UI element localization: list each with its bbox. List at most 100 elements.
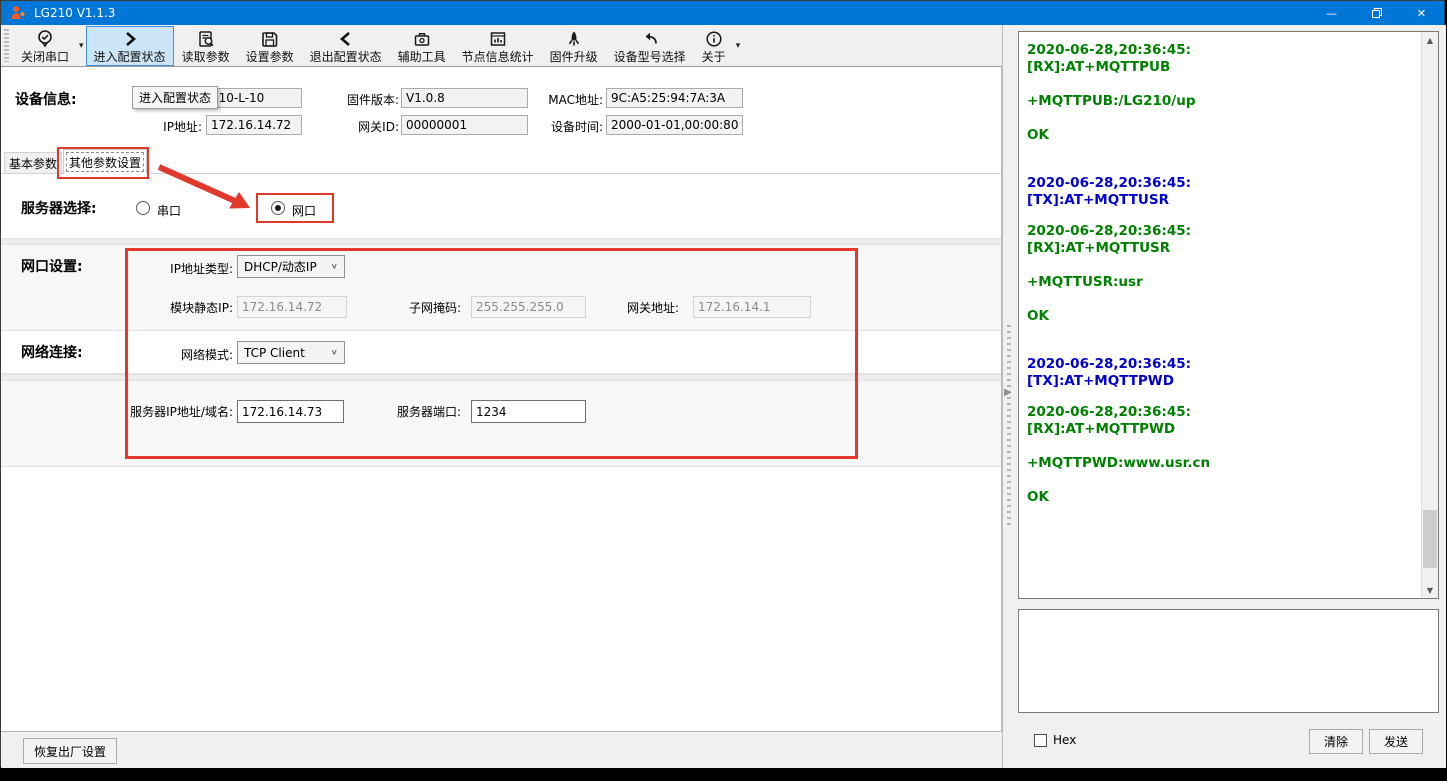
toolbar: 关闭串口 ▾ 进入配置状态 读取参数 (1, 25, 1002, 66)
toolbar-enter-config-button[interactable]: 进入配置状态 (86, 26, 174, 66)
server-port-field[interactable] (471, 400, 586, 423)
scroll-up-icon[interactable]: ▲ (1422, 32, 1438, 48)
firmware-label: 固件版本: (331, 91, 399, 108)
section-gap (1, 374, 1001, 381)
ip-type-value: DHCP/动态IP (244, 258, 317, 275)
scrollbar-thumb[interactable] (1423, 510, 1437, 568)
tab-focus-rect (66, 152, 144, 172)
minimize-icon: — (1326, 7, 1337, 20)
minimize-button[interactable]: — (1309, 1, 1354, 25)
scroll-down-icon[interactable]: ▼ (1422, 582, 1438, 598)
toolbar-grip[interactable] (4, 29, 9, 62)
send-button-label: 发送 (1384, 733, 1408, 750)
info-icon (704, 29, 724, 49)
server-address-section (1, 381, 1001, 467)
tab-divider (1, 173, 1001, 174)
radio-net[interactable] (271, 201, 285, 215)
product-field[interactable] (206, 88, 302, 108)
toolbar-set-params-button[interactable]: 设置参数 (238, 26, 302, 66)
toolbar-read-params-button[interactable]: 读取参数 (174, 26, 238, 66)
firmware-field[interactable] (401, 88, 528, 108)
dropdown-caret-icon[interactable]: ▾ (736, 41, 741, 51)
ip-type-dropdown[interactable]: DHCP/动态IP ∨ (237, 255, 345, 278)
toolbar-firmware-upgrade-button[interactable]: 固件升级 (542, 26, 606, 66)
screen: LG210 V1.1.3 — ✕ 关闭串口 ▾ (0, 0, 1447, 781)
dropdown-caret-icon[interactable]: ▾ (79, 41, 84, 51)
gateway-id-label: 网关ID: (331, 118, 399, 135)
ip-type-label: IP地址类型: (133, 260, 233, 277)
tab-other-params[interactable]: 其他参数设置 (63, 149, 147, 174)
subnet-mask-label: 子网掩码: (371, 299, 461, 316)
mac-field[interactable] (606, 88, 743, 108)
gateway-addr-field[interactable] (693, 296, 811, 318)
server-ip-label: 服务器IP地址/域名: (97, 403, 233, 420)
toolbar-node-stats-button[interactable]: 节点信息统计 (454, 26, 542, 66)
factory-reset-button[interactable]: 恢复出厂设置 (23, 738, 117, 764)
toolbar-item-label: 固件升级 (550, 49, 598, 65)
log-entry: 2020-06-28,20:36:45: [RX]:AT+MQTTPUB +MQ… (1027, 42, 1413, 144)
radio-serial-label: 串口 (157, 202, 181, 219)
net-settings-section (1, 245, 1001, 331)
chevron-down-icon: ∨ (331, 348, 338, 357)
hex-label: Hex (1053, 733, 1076, 747)
net-mode-value: TCP Client (244, 346, 305, 360)
pin-check-icon (35, 29, 55, 49)
log-output[interactable]: 2020-06-28,20:36:45: [RX]:AT+MQTTPUB +MQ… (1018, 31, 1439, 599)
undo-arrow-icon (640, 29, 660, 49)
panel-splitter[interactable]: ▶ (1002, 25, 1014, 768)
splitter-grip (1007, 325, 1011, 525)
log-scrollbar[interactable]: ▲ ▼ (1421, 32, 1438, 598)
toolbox-icon (412, 29, 432, 49)
device-time-label: 设备时间: (531, 118, 603, 135)
net-mode-dropdown[interactable]: TCP Client ∨ (237, 341, 345, 364)
subnet-mask-field[interactable] (471, 296, 586, 318)
toolbar-item-label: 进入配置状态 (94, 49, 166, 65)
mac-label: MAC地址: (531, 91, 603, 108)
footer-bar: 恢复出厂设置 (1, 731, 1002, 768)
chevron-left-icon (336, 29, 356, 49)
toolbar-device-model-button[interactable]: 设备型号选择 (606, 26, 694, 66)
tab-basic-params[interactable]: 基本参数 (4, 152, 62, 173)
restore-icon (1372, 8, 1382, 18)
tab-label: 基本参数 (9, 155, 57, 172)
toolbar-item-label: 设备型号选择 (614, 49, 686, 65)
ip-field[interactable] (206, 115, 302, 135)
radio-serial[interactable] (136, 201, 150, 215)
log-entry: 2020-06-28,20:36:45: [TX]:AT+MQTTUSR (1027, 175, 1413, 209)
chevron-down-icon: ∨ (331, 262, 338, 271)
radio-net-label: 网口 (292, 202, 316, 219)
hex-checkbox[interactable] (1034, 734, 1047, 747)
gateway-id-field[interactable] (401, 115, 528, 135)
window-title: LG210 V1.1.3 (34, 6, 115, 20)
log-entry: 2020-06-28,20:36:45: [RX]:AT+MQTTPWD +MQ… (1027, 404, 1413, 506)
splitter-collapse-icon[interactable]: ▶ (1004, 387, 1012, 398)
save-icon (260, 29, 280, 49)
toolbar-about-button[interactable]: 关于 (694, 26, 734, 66)
static-ip-label: 模块静态IP: (123, 299, 233, 316)
toolbar-item-label: 节点信息统计 (462, 49, 534, 65)
toolbar-exit-config-button[interactable]: 退出配置状态 (302, 26, 390, 66)
gateway-addr-label: 网关地址: (593, 299, 679, 316)
net-settings-label: 网口设置: (21, 256, 83, 276)
clear-button[interactable]: 清除 (1309, 729, 1363, 754)
toolbar-item-label: 退出配置状态 (310, 49, 382, 65)
server-port-label: 服务器端口: (371, 403, 461, 420)
net-connection-label: 网络连接: (21, 342, 83, 362)
app-window: LG210 V1.1.3 — ✕ 关闭串口 ▾ (0, 0, 1445, 767)
toolbar-item-label: 辅助工具 (398, 49, 446, 65)
send-input[interactable] (1018, 609, 1439, 713)
enter-config-tooltip: 进入配置状态 (132, 86, 218, 109)
server-ip-field[interactable] (237, 400, 344, 423)
device-time-field[interactable] (606, 115, 743, 135)
clear-button-label: 清除 (1324, 733, 1348, 750)
toolbar-aux-tools-button[interactable]: 辅助工具 (390, 26, 454, 66)
app-icon (10, 5, 26, 21)
close-button[interactable]: ✕ (1399, 1, 1444, 25)
device-info-title: 设备信息: (15, 89, 77, 109)
send-button[interactable]: 发送 (1369, 729, 1423, 754)
toolbar-item-label: 读取参数 (182, 49, 230, 65)
serial-log-panel: 2020-06-28,20:36:45: [RX]:AT+MQTTPUB +MQ… (1014, 25, 1446, 768)
restore-button[interactable] (1354, 1, 1399, 25)
toolbar-close-serial-button[interactable]: 关闭串口 (13, 26, 77, 66)
static-ip-field[interactable] (237, 296, 347, 318)
